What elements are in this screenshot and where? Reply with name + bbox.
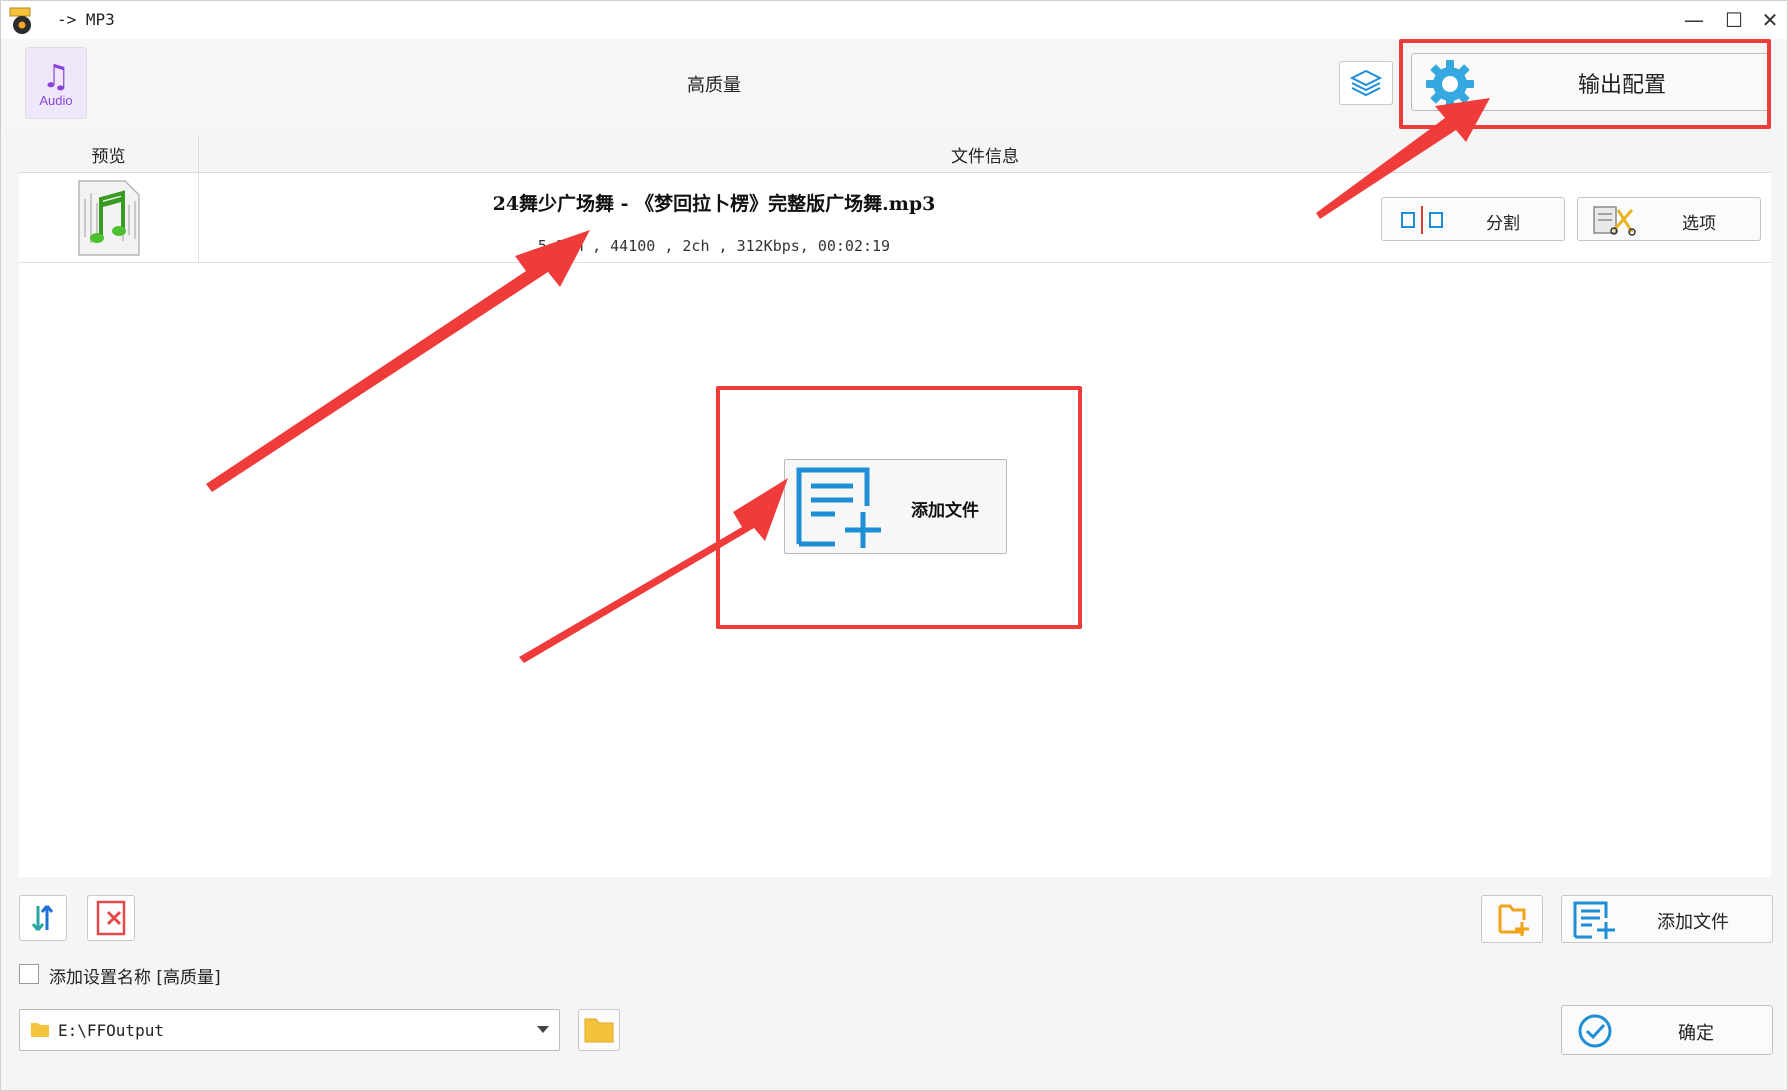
browse-folder-button[interactable] <box>578 1009 620 1051</box>
maximize-button[interactable]: ☐ <box>1717 5 1751 35</box>
layers-icon <box>1349 69 1383 97</box>
close-button[interactable]: ✕ <box>1753 5 1787 35</box>
column-preview: 预览 <box>19 135 199 173</box>
file-name: 24舞少广场舞 - 《梦回拉卜楞》完整版广场舞.mp3 <box>492 193 936 215</box>
window-title: -> MP3 <box>57 10 115 29</box>
format-header: ♫ Audio 高质量 输出配置 <box>1 39 1787 135</box>
options-icon <box>1593 206 1636 236</box>
output-config-label: 输出配置 <box>1578 73 1667 98</box>
add-file-icon <box>1573 901 1615 939</box>
minimize-button[interactable]: — <box>1677 5 1711 35</box>
add-file-icon <box>796 467 881 548</box>
column-file-info: 文件信息 <box>951 146 1019 167</box>
add-file-button[interactable]: 添加文件 <box>1561 895 1773 943</box>
center-add-file-label: 添加文件 <box>911 501 979 521</box>
ok-label: 确定 <box>1678 1023 1714 1044</box>
folder-icon <box>31 1023 49 1037</box>
output-config-button[interactable]: 输出配置 <box>1411 53 1771 111</box>
sort-icon <box>31 905 54 931</box>
split-icon <box>1401 206 1443 234</box>
app-icon <box>9 7 31 34</box>
audio-format-label: Audio <box>39 92 73 108</box>
title-bar: -> MP3 — ☐ ✕ <box>1 1 1787 39</box>
app-window: -> MP3 — ☐ ✕ ♫ Audio 高质量 输出配置 预览 文件信息 24… <box>0 0 1788 1091</box>
clear-list-button[interactable] <box>87 895 135 941</box>
center-add-file-button[interactable]: 添加文件 <box>784 459 1007 554</box>
audio-format-icon[interactable]: ♫ Audio <box>25 47 87 119</box>
sort-button[interactable] <box>19 895 67 941</box>
music-note-icon: ♫ <box>41 56 71 95</box>
preview-cell <box>19 173 199 263</box>
layers-button[interactable] <box>1339 61 1393 105</box>
add-folder-icon <box>1498 904 1529 936</box>
file-row[interactable]: 24舞少广场舞 - 《梦回拉卜楞》完整版广场舞.mp3 5.32M , 4410… <box>19 173 1771 263</box>
gear-icon <box>1426 60 1474 108</box>
add-file-label: 添加文件 <box>1657 912 1729 933</box>
options-button[interactable]: 选项 <box>1577 197 1761 241</box>
split-label: 分割 <box>1486 214 1520 234</box>
music-file-icon <box>77 180 140 256</box>
add-folder-button[interactable] <box>1481 895 1543 943</box>
add-setting-name-label: 添加设置名称 [高质量] <box>49 968 221 988</box>
folder-icon <box>584 1018 614 1043</box>
add-setting-name-checkbox[interactable] <box>19 964 39 984</box>
file-list-header: 预览 文件信息 <box>19 135 1771 173</box>
output-path-value: E:\FFOutput <box>58 1021 164 1040</box>
ok-button[interactable]: 确定 <box>1561 1005 1773 1055</box>
dropdown-caret-icon <box>537 1026 549 1033</box>
file-meta: 5.32M , 44100 , 2ch , 312Kbps, 00:02:19 <box>537 237 891 255</box>
split-button[interactable]: 分割 <box>1381 197 1565 241</box>
check-circle-icon <box>1578 1014 1612 1048</box>
clear-list-icon <box>96 900 126 936</box>
quality-label: 高质量 <box>687 75 741 96</box>
options-label: 选项 <box>1682 214 1716 234</box>
output-path-select[interactable]: E:\FFOutput <box>19 1009 560 1051</box>
